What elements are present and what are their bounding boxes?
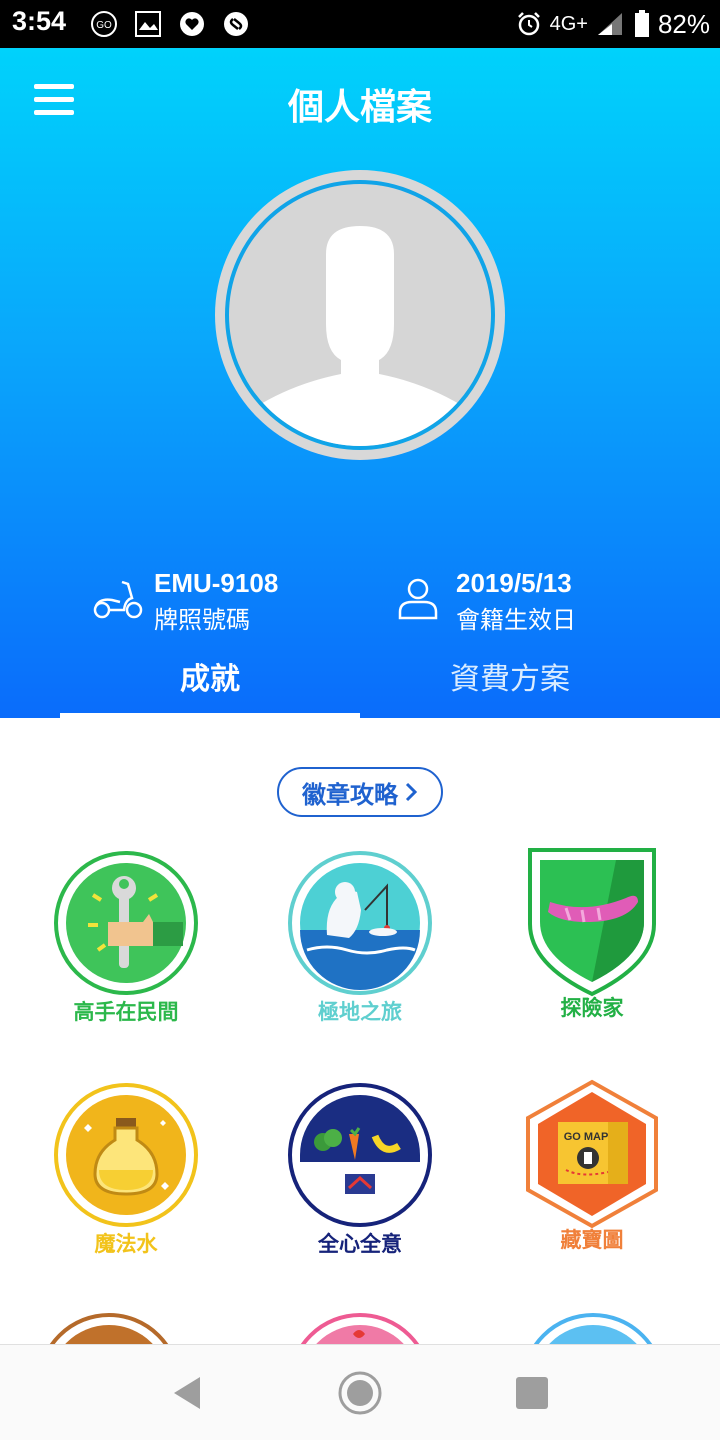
scooter-icon: [93, 580, 143, 619]
badge-partial-blue-icon: [533, 1313, 653, 1344]
badge-guide-label: 徽章攻略: [302, 780, 398, 809]
battery-icon: [634, 10, 649, 37]
badge-explorer[interactable]: 探險家: [502, 846, 682, 1022]
avatar-placeholder: [225, 180, 495, 450]
badge-label: 高手在民間: [73, 1000, 179, 1024]
badge-label: 全心全意: [318, 1232, 402, 1256]
status-bar: 3:54 GO 4G+ 82%: [0, 0, 720, 48]
alarm-icon: [517, 12, 540, 36]
wrench-thumbs-up-icon: [54, 851, 198, 995]
plate-label: 牌照號碼: [154, 606, 250, 634]
system-nav-bar: [0, 1344, 720, 1440]
signal-icon: [597, 13, 622, 35]
badge-guide-button[interactable]: 徽章攻略: [277, 767, 443, 817]
gogoro-app-icon: GO: [91, 11, 117, 37]
membership-info: 2019/5/13 會籍生效日: [396, 568, 616, 634]
recents-button[interactable]: [502, 1367, 562, 1419]
badge-magic-water[interactable]: 魔法水: [36, 1082, 216, 1258]
member-date-label: 會籍生效日: [456, 606, 576, 634]
svg-text:GO: GO: [96, 20, 112, 31]
heart-app-icon: [180, 12, 204, 36]
badge-wholehearted[interactable]: 全心全意: [270, 1082, 450, 1258]
badge-treasure-map[interactable]: GO MAP 藏寶圖: [502, 1078, 682, 1254]
badge-label: 極地之旅: [318, 1000, 402, 1024]
member-date: 2019/5/13: [456, 568, 572, 598]
polar-bear-fishing-icon: [288, 851, 432, 995]
badge-label: 探險家: [560, 996, 624, 1020]
badge-polar-trip[interactable]: 極地之旅: [270, 850, 450, 1026]
badge-expert[interactable]: 高手在民間: [36, 850, 216, 1026]
person-silhouette-icon: [251, 226, 469, 446]
plate-info: EMU-9108 牌照號碼: [92, 568, 312, 634]
grocery-produce-icon: [288, 1083, 432, 1227]
treasure-map-hexagon-icon: GO MAP: [526, 1079, 658, 1229]
potion-bottle-icon: [54, 1083, 198, 1227]
badge-label: 藏寶圖: [560, 1228, 624, 1252]
tab-plans[interactable]: 資費方案: [360, 654, 660, 704]
person-icon: [398, 578, 438, 620]
home-button[interactable]: [330, 1367, 390, 1419]
network-type: 4G+: [549, 12, 588, 35]
gallery-app-icon: [135, 11, 161, 37]
horn-shield-icon: [528, 848, 656, 997]
badge-label: 魔法水: [94, 1232, 158, 1256]
plate-number: EMU-9108: [154, 568, 279, 598]
badge-partial-brown-icon: [49, 1313, 169, 1344]
profile-header: 個人檔案 EMU-9108 牌照號碼 2019/5/13 會籍生效日 成就 資費…: [0, 48, 720, 718]
battery-percentage: 82%: [657, 8, 710, 39]
shazam-app-icon: [224, 12, 248, 36]
badge-partial-heart-icon: [300, 1313, 420, 1344]
active-tab-indicator: [60, 713, 360, 718]
avatar[interactable]: [215, 170, 505, 460]
chevron-right-icon: [405, 782, 418, 802]
status-time: 3:54: [12, 6, 67, 36]
page-title: 個人檔案: [287, 87, 432, 128]
status-right: 4G+ 82%: [516, 6, 710, 42]
treasure-map-art-text: GO MAP: [564, 1131, 609, 1143]
back-button[interactable]: [158, 1367, 218, 1419]
tab-achievements[interactable]: 成就: [60, 654, 360, 704]
